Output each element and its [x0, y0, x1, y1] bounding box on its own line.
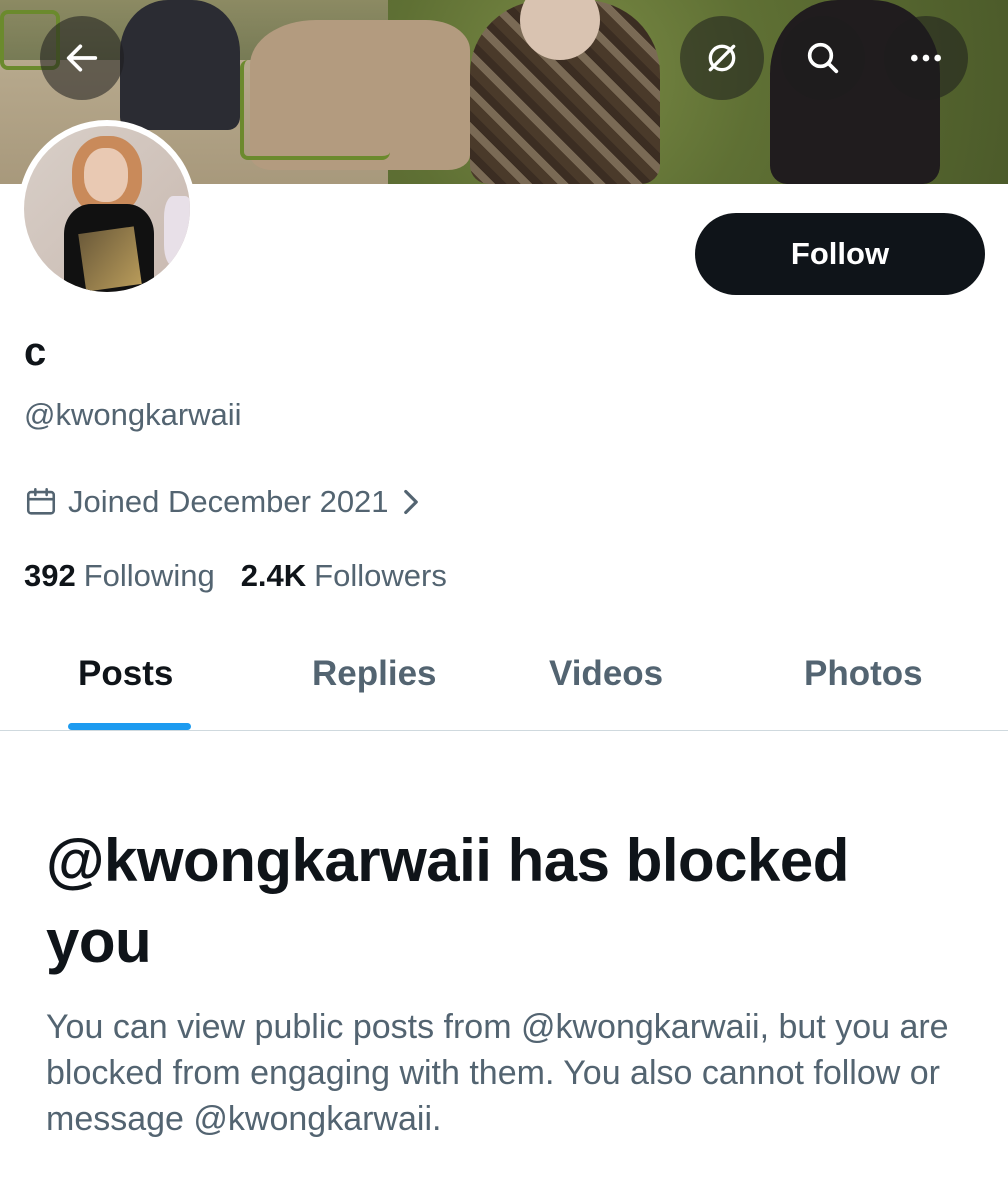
calendar-icon	[26, 487, 56, 515]
active-tab-indicator	[68, 723, 191, 730]
tab-photos[interactable]: Photos	[804, 654, 923, 694]
avatar-face	[84, 148, 128, 202]
search-icon	[807, 42, 839, 74]
following-label: Following	[83, 558, 215, 593]
following-count: 392	[24, 558, 76, 593]
followers-link[interactable]: 2.4K Followers	[241, 558, 447, 594]
unfollow-slash-icon	[708, 44, 736, 72]
search-button[interactable]	[781, 16, 865, 100]
arrow-left-icon	[66, 44, 98, 72]
tab-replies[interactable]: Replies	[312, 654, 437, 694]
following-link[interactable]: 392 Following	[24, 558, 215, 594]
tab-posts[interactable]: Posts	[78, 654, 173, 694]
chevron-right-icon	[403, 489, 418, 515]
follow-stats: 392 Following 2.4K Followers	[24, 558, 447, 594]
banner-chair	[240, 60, 390, 160]
more-icon	[911, 54, 941, 62]
display-name: c	[24, 330, 47, 374]
avatar-side-figure	[164, 196, 190, 266]
followers-label: Followers	[314, 558, 447, 593]
joined-date[interactable]: Joined December 2021	[24, 484, 431, 520]
banner-figure	[120, 0, 240, 130]
avatar-image	[24, 126, 190, 292]
tab-videos[interactable]: Videos	[549, 654, 663, 694]
profile-tabs: Posts Replies Videos Photos	[0, 640, 1008, 731]
more-button[interactable]	[884, 16, 968, 100]
avatar[interactable]	[18, 120, 196, 298]
blocked-description: You can view public posts from @kwongkar…	[46, 1008, 949, 1139]
follow-button[interactable]: Follow	[695, 213, 985, 295]
back-button[interactable]	[40, 16, 124, 100]
user-handle: @kwongkarwaii	[24, 397, 242, 432]
followers-count: 2.4K	[240, 558, 307, 593]
avatar-book	[78, 226, 142, 292]
unfollow-button[interactable]	[680, 16, 764, 100]
blocked-title: @kwongkarwaii has blocked you	[46, 827, 849, 975]
joined-label: Joined December 2021	[68, 484, 389, 519]
